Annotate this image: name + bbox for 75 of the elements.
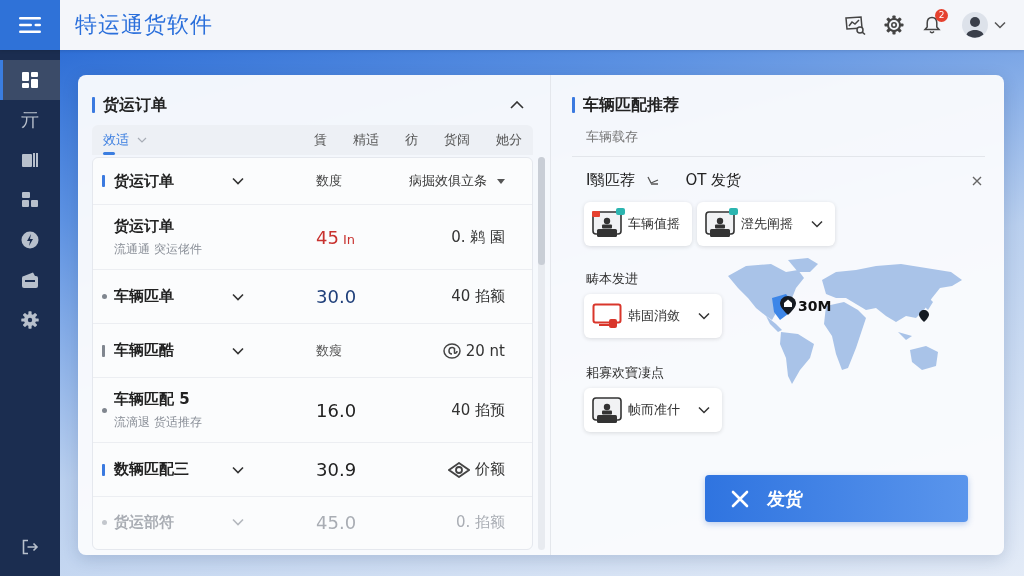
order-subtitle: 流通通 突运佬件 (114, 240, 203, 258)
order-amount: 价额 (475, 460, 505, 479)
filter-dropdown[interactable]: 货运订单 (114, 171, 248, 191)
sidebar-item[interactable]: 亓 (0, 100, 60, 140)
chevron-down-icon[interactable] (232, 465, 244, 474)
wallet-icon (21, 271, 39, 289)
analytics-icon[interactable] (844, 15, 866, 35)
cross-icon (731, 489, 749, 508)
sidebar-item[interactable] (0, 60, 60, 100)
order-value: 数瘦 (316, 341, 342, 360)
match-label: I翳匹荐 (586, 171, 636, 190)
tab[interactable]: 货阔 (444, 125, 470, 155)
order-amount: 0. 掐额 (455, 512, 505, 532)
order-value: 45 In (316, 226, 356, 248)
settings-icon[interactable] (884, 15, 904, 35)
menu-icon (19, 17, 41, 33)
order-name: 数辆匹配三 (114, 460, 190, 479)
caret-down-icon[interactable] (994, 21, 1006, 29)
group-label: 耜寡欢寶凄点 (585, 364, 664, 382)
avatar-icon[interactable] (962, 12, 988, 38)
vehicle-chip[interactable]: 澄先阐摇 (697, 202, 835, 246)
chevron-up-icon[interactable] (510, 101, 524, 109)
title-accent-bar (92, 97, 95, 113)
order-amount: 40 掐预 (451, 400, 505, 420)
column-header: 数度 (315, 172, 343, 190)
app-title: 特运通货软件 (75, 11, 213, 39)
order-name: 车辆匹配 5 (114, 389, 191, 409)
panel-title: 车辆匹配推荐 (583, 94, 679, 116)
ship-button[interactable]: 发货 (705, 475, 968, 522)
document-icon (21, 151, 39, 169)
scrollbar-thumb[interactable] (538, 157, 545, 265)
sort-dropdown[interactable]: 病掘效俱立条 (409, 172, 505, 190)
order-amount: 40 掐额 (451, 287, 505, 306)
order-value: 30.9 (316, 459, 357, 480)
group-label: 畴本发进 (585, 270, 638, 288)
order-value: 45.0 (316, 511, 357, 533)
tab[interactable]: 效适 (103, 125, 147, 155)
order-amount: 0. 鹈 園 (451, 227, 505, 247)
location-pin-icon[interactable] (780, 296, 796, 315)
tab[interactable]: 她分 (496, 125, 522, 155)
tab[interactable]: 精适 (353, 125, 379, 155)
order-name: 车辆匹单 (114, 287, 175, 306)
order-name: 货运订单 (114, 216, 175, 236)
order-value: 30.0 (316, 286, 357, 307)
order-value: 16.0 (316, 399, 357, 421)
tab[interactable]: 賃 (314, 125, 327, 155)
panel-subtitle: 车辆载存 (586, 128, 639, 146)
location-pin-icon[interactable] (919, 310, 929, 322)
dashboard-icon (21, 71, 39, 89)
panel-title: 货运订单 (103, 94, 167, 116)
vehicle-chip[interactable]: 帧而准什 (584, 388, 722, 432)
settings-icon (21, 311, 39, 329)
title-accent-bar (572, 97, 575, 113)
notification-badge: 2 (935, 9, 948, 22)
order-amount: 20 nt (465, 341, 505, 360)
caret-icon[interactable] (647, 176, 660, 185)
tab[interactable]: 彷 (405, 125, 418, 155)
scrollbar-track[interactable] (538, 157, 545, 550)
order-name: 车辆匹酷 (114, 341, 175, 360)
close-icon[interactable] (972, 175, 982, 186)
chevron-down-icon[interactable] (232, 292, 244, 301)
vehicle-chip[interactable]: 韩固消敛 (584, 294, 722, 338)
match-status: OT 发货 (685, 171, 742, 190)
logout-icon[interactable] (21, 538, 39, 556)
caret-down-icon (497, 178, 505, 184)
order-subtitle: 流滴退 货适推存 (114, 413, 203, 431)
menu-button[interactable] (0, 0, 60, 50)
marker-bar-icon (102, 175, 105, 187)
caret-down-icon (232, 177, 244, 185)
bolt-circle-icon (21, 231, 39, 249)
chevron-down-icon[interactable] (232, 346, 244, 355)
order-name: 货运部符 (114, 512, 175, 532)
map-marker-label: 30M (798, 298, 832, 314)
vehicle-chip[interactable]: 车辆值摇 (584, 202, 692, 246)
blocks-icon (21, 191, 39, 209)
